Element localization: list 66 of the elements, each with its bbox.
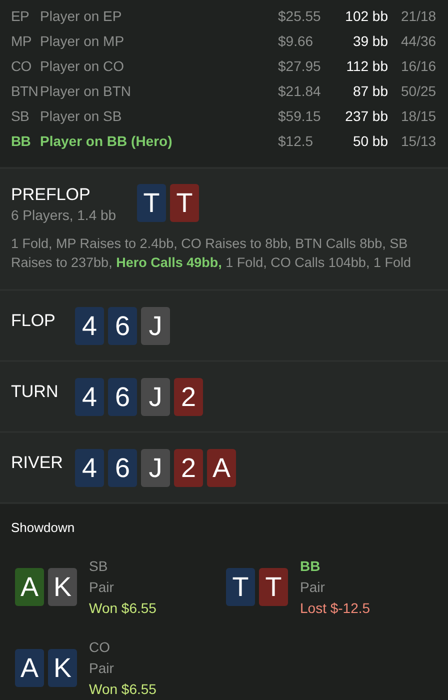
playing-card: A	[15, 649, 44, 687]
player-stats: 44/36	[400, 32, 436, 51]
result-amount: Lost $-12.5	[300, 598, 370, 618]
player-name: Player on EP	[40, 7, 123, 26]
playing-card: 4	[75, 307, 104, 345]
street-title: PREFLOP	[11, 184, 90, 206]
playing-card: T	[137, 184, 166, 222]
street-title: RIVER	[11, 452, 63, 474]
stack-amount: $59.15	[278, 107, 322, 126]
big-blinds: 112 bb	[345, 57, 388, 76]
big-blinds: 102 bb	[344, 7, 388, 26]
hand-rank: Pair	[300, 578, 325, 596]
street-title: FLOP	[11, 310, 56, 332]
stack-amount: $21.84	[278, 82, 322, 101]
playing-card: J	[141, 449, 170, 487]
big-blinds: 50 bb	[352, 132, 388, 151]
player-name: Player on BTN	[40, 82, 132, 101]
playing-card: A	[15, 568, 44, 606]
result-amount: Won $6.55	[89, 680, 156, 698]
position-label: MP	[10, 32, 32, 51]
playing-card: J	[141, 378, 170, 416]
playing-card: 4	[75, 378, 104, 416]
stack-amount: $25.55	[278, 7, 322, 26]
stack-amount: $9.66	[278, 32, 314, 51]
playing-card: 6	[108, 378, 137, 416]
position-label: CO	[89, 638, 110, 656]
position-label: BB	[10, 132, 32, 151]
stack-amount: $27.95	[278, 57, 322, 76]
player-name: Player on CO	[40, 57, 126, 76]
player-stats: 50/25	[400, 82, 436, 101]
big-blinds: 39 bb	[352, 32, 388, 51]
player-name: Player on SB	[40, 107, 123, 126]
position-label: CO	[10, 57, 32, 76]
big-blinds: 87 bb	[352, 82, 388, 101]
playing-card: T	[226, 568, 255, 606]
result-amount: Won $6.55	[89, 598, 156, 618]
big-blinds: 237 bb	[344, 107, 388, 126]
street-subtitle: 6 Players, 1.4 bb	[11, 206, 116, 224]
player-stats: 18/15	[400, 107, 436, 126]
playing-card: T	[170, 184, 199, 222]
action-log: 1 Fold, MP Raises to 2.4bb, CO Raises to 8bb, BTN Calls 8bb, SB Raises to 237bb, Hero Calls 49bb, 1 Fold, CO Calls 104bb, 1 Fold	[11, 235, 412, 272]
player-stats: 15/13	[400, 132, 436, 151]
position-label: BTN	[10, 82, 40, 101]
playing-card: 2	[174, 378, 203, 416]
stack-amount: $12.5	[278, 132, 314, 151]
showdown-title: Showdown	[11, 519, 75, 537]
player-stats: 21/18	[400, 7, 436, 26]
street-title: TURN	[11, 381, 58, 403]
hand-rank: Pair	[89, 578, 114, 596]
playing-card: 4	[75, 449, 104, 487]
player-stats: 16/16	[400, 57, 436, 76]
playing-card: K	[48, 649, 77, 687]
playing-card: T	[259, 568, 288, 606]
playing-card: K	[48, 568, 77, 606]
position-label: SB	[89, 556, 108, 576]
position-label: SB	[10, 107, 30, 126]
player-name: Player on BB (Hero)	[40, 132, 174, 151]
playing-card: A	[207, 449, 236, 487]
player-name: Player on MP	[40, 32, 126, 51]
playing-card: 6	[108, 449, 137, 487]
playing-card: J	[141, 307, 170, 345]
position-label: EP	[10, 7, 30, 26]
playing-card: 6	[108, 307, 137, 345]
position-label: BB	[300, 556, 320, 576]
hand-rank: Pair	[89, 658, 114, 678]
playing-card: 2	[174, 449, 203, 487]
